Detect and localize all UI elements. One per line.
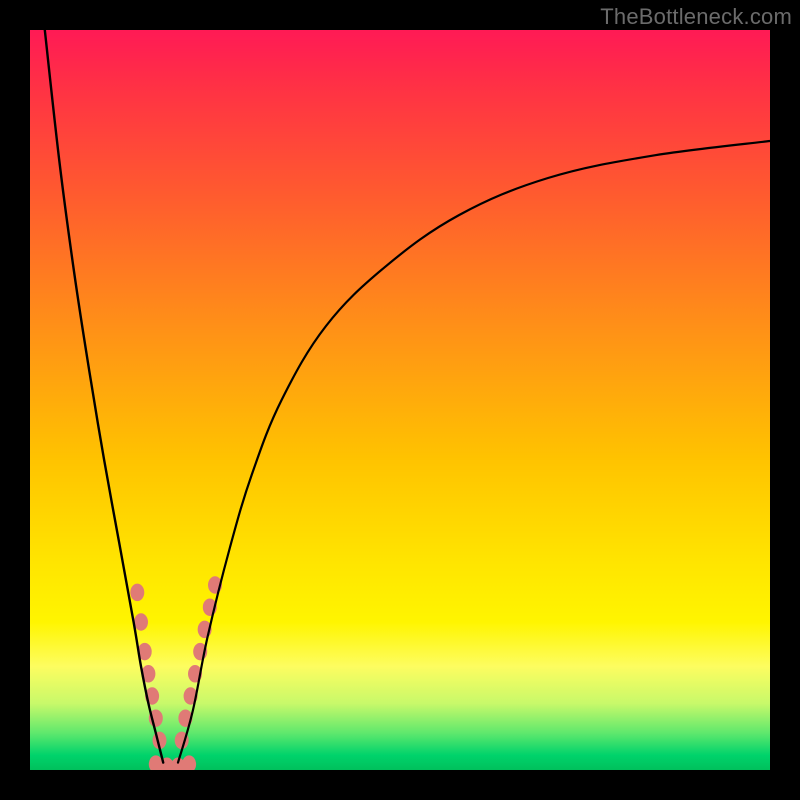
chart-svg: [30, 30, 770, 770]
data-marker: [134, 613, 148, 631]
watermark-text: TheBottleneck.com: [600, 4, 792, 30]
data-marker: [182, 755, 196, 770]
data-marker: [130, 584, 144, 602]
plot-area: [30, 30, 770, 770]
marker-layer: [130, 576, 222, 770]
chart-stage: TheBottleneck.com: [0, 0, 800, 800]
curve-right-branch: [178, 141, 770, 763]
